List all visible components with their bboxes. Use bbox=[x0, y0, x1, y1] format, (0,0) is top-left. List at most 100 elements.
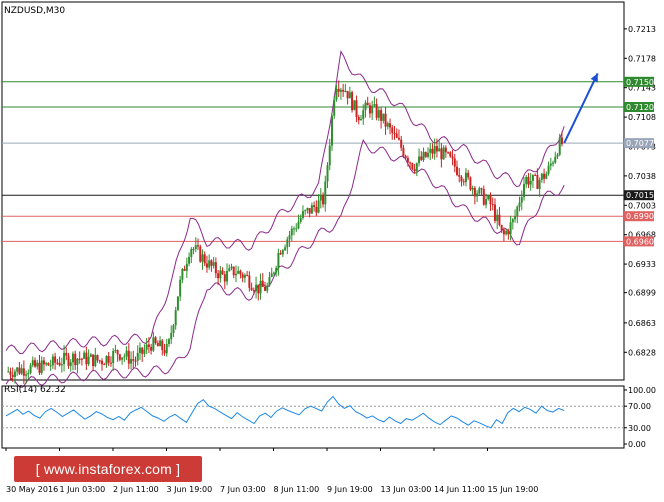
candle-body bbox=[453, 158, 456, 167]
candle-body bbox=[337, 88, 340, 92]
y-tick-label: 0.7003 bbox=[628, 201, 656, 210]
candle-body bbox=[259, 280, 262, 294]
candle-body bbox=[502, 230, 505, 235]
candle-body bbox=[360, 119, 363, 121]
level-tag-0.6990: 0.6990 bbox=[624, 211, 654, 222]
x-tick-label: 3 Jun 19:00 bbox=[167, 485, 213, 494]
candle-body bbox=[221, 270, 224, 275]
candle-body bbox=[228, 268, 231, 272]
candle-body bbox=[391, 127, 394, 133]
candle-body bbox=[214, 262, 217, 274]
candle-body bbox=[18, 367, 21, 374]
y-tick-label: 0.6933 bbox=[628, 260, 656, 269]
level-tag-label: 0.7150 bbox=[626, 78, 654, 87]
candle-body bbox=[127, 350, 130, 364]
candle-body bbox=[326, 165, 329, 182]
candle-body bbox=[433, 146, 436, 154]
candle-body bbox=[9, 371, 12, 375]
candle-body bbox=[366, 102, 369, 106]
candle-body bbox=[308, 208, 311, 214]
candle-body bbox=[505, 231, 508, 235]
candle-body bbox=[138, 347, 141, 353]
candle-body bbox=[527, 176, 530, 185]
candle-body bbox=[438, 148, 441, 152]
candle-body bbox=[223, 274, 226, 282]
candle-body bbox=[299, 217, 302, 222]
candle-body bbox=[375, 104, 378, 118]
candle-body bbox=[219, 270, 222, 279]
y-tick-label: 0.6863 bbox=[628, 319, 656, 328]
candle-body bbox=[371, 105, 374, 114]
x-tick-label: 2 Jun 11:00 bbox=[113, 485, 159, 494]
x-tick-label: 13 Jun 03:00 bbox=[381, 485, 432, 494]
candle-body bbox=[78, 358, 81, 360]
candle-body bbox=[431, 148, 434, 154]
candle-body bbox=[192, 248, 195, 250]
candle-body bbox=[395, 133, 398, 138]
candle-body bbox=[123, 356, 126, 358]
candle-body bbox=[328, 145, 331, 166]
candle-body bbox=[471, 187, 474, 190]
candle-body bbox=[147, 344, 150, 347]
candle-body bbox=[353, 100, 356, 111]
y-tick-label: 0.7213 bbox=[628, 25, 656, 34]
candle-body bbox=[60, 364, 63, 366]
candle-body bbox=[96, 355, 99, 361]
candle-body bbox=[478, 188, 481, 194]
candle-body bbox=[552, 162, 555, 164]
candle-body bbox=[538, 180, 541, 189]
candle-body bbox=[268, 277, 271, 286]
candle-body bbox=[286, 239, 289, 248]
candle-body bbox=[411, 163, 414, 170]
candle-body bbox=[170, 332, 173, 340]
candle-body bbox=[98, 360, 101, 362]
candle-body bbox=[404, 155, 407, 158]
candle-body bbox=[63, 352, 66, 365]
level-tag-label: 0.6960 bbox=[626, 237, 654, 246]
candle-body bbox=[261, 280, 264, 287]
candle-body bbox=[257, 284, 260, 294]
candle-body bbox=[36, 362, 39, 367]
candle-body bbox=[355, 100, 358, 118]
candle-body bbox=[373, 104, 376, 106]
candle-body bbox=[125, 350, 128, 357]
candle-body bbox=[38, 362, 41, 373]
candle-body bbox=[418, 156, 421, 164]
candle-body bbox=[440, 148, 443, 160]
candle-body bbox=[462, 181, 465, 183]
candle-body bbox=[226, 271, 229, 282]
candle-body bbox=[234, 273, 237, 276]
candle-body bbox=[25, 374, 28, 376]
candle-body bbox=[315, 207, 318, 213]
candle-body bbox=[89, 354, 92, 357]
candle-body bbox=[11, 374, 14, 377]
candle-body bbox=[362, 110, 365, 120]
candle-body bbox=[342, 89, 345, 92]
y-tick-label: 0.7038 bbox=[628, 172, 656, 181]
candle-body bbox=[435, 146, 438, 152]
level-tag-0.7150: 0.7150 bbox=[624, 76, 654, 87]
candle-body bbox=[351, 92, 354, 111]
candle-body bbox=[304, 210, 307, 212]
candle-body bbox=[288, 235, 291, 240]
candle-body bbox=[114, 350, 117, 352]
candle-body bbox=[339, 89, 342, 92]
candle-body bbox=[464, 172, 467, 183]
candle-body bbox=[402, 147, 405, 156]
candle-body bbox=[424, 152, 427, 157]
candle-body bbox=[534, 174, 537, 176]
candle-body bbox=[549, 163, 552, 166]
candle-body bbox=[507, 231, 510, 235]
candle-body bbox=[208, 260, 211, 268]
x-tick-label: 1 Jun 03:00 bbox=[60, 485, 106, 494]
candle-body bbox=[20, 368, 23, 374]
candle-body bbox=[252, 290, 255, 292]
candle-body bbox=[183, 268, 186, 271]
candle-body bbox=[174, 310, 177, 326]
candle-body bbox=[377, 110, 380, 118]
candle-body bbox=[518, 202, 521, 207]
candle-body bbox=[210, 260, 213, 266]
candle-body bbox=[422, 152, 425, 160]
candle-body bbox=[547, 165, 550, 174]
x-tick-label: 8 Jun 11:00 bbox=[274, 485, 320, 494]
